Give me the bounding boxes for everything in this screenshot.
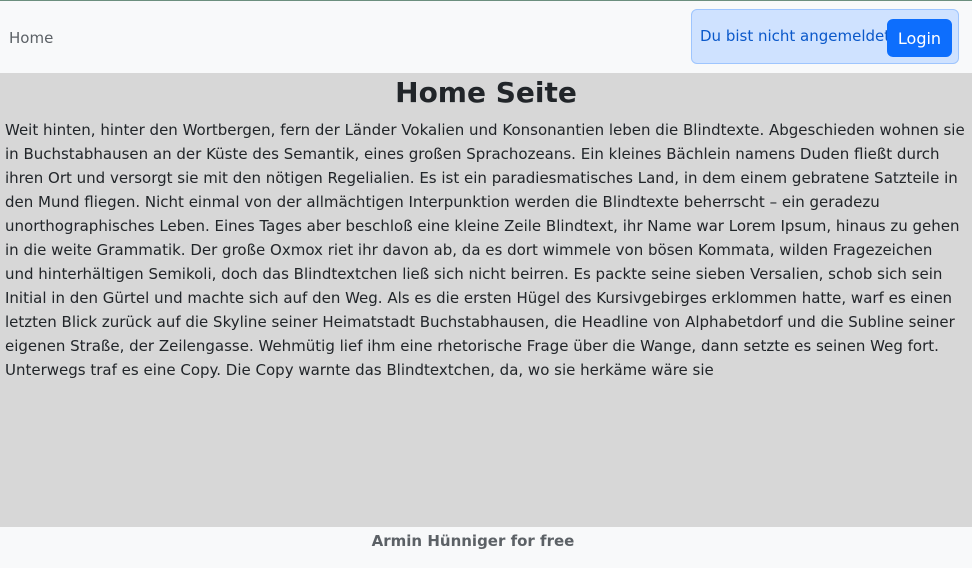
page-title: Home Seite (395, 76, 577, 109)
nav-link-home[interactable]: Home (9, 29, 53, 47)
footer-text: Armin Hünniger for free (371, 532, 575, 550)
login-alert: Du bist nicht angemeldet! Login (691, 9, 959, 64)
page-body-text: Weit hinten, hinter den Wortbergen, fern… (5, 121, 965, 379)
navbar: Home Du bist nicht angemeldet! Login (0, 1, 972, 73)
login-button[interactable]: Login (887, 19, 952, 57)
login-alert-text: Du bist nicht angemeldet! (700, 27, 897, 45)
footer: Armin Hünniger for free (0, 527, 972, 568)
main-content: Home Seite Weit hinten, hinter den Wortb… (0, 73, 972, 527)
